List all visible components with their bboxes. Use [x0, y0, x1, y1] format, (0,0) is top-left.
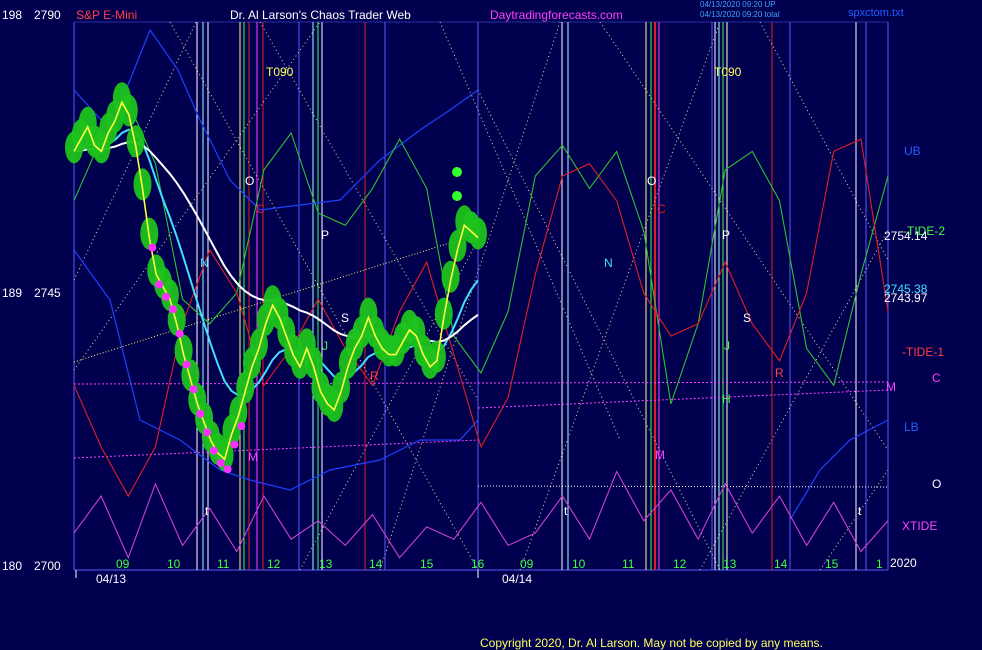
tide-lines [73, 101, 889, 560]
series-line-xtide [73, 470, 889, 560]
left-axis-top-label: 198 [2, 8, 23, 22]
stamp-line-2: 04/13/2020 09:20 total [700, 10, 780, 19]
annotation-m: M [248, 450, 258, 464]
annotation-c: C [657, 202, 666, 216]
left-axis-bottom-price: 2700 [34, 559, 61, 573]
date-label-right: 04/14 [502, 572, 533, 586]
hour-label: 12 [673, 557, 687, 571]
price-band [65, 82, 487, 472]
year-label: 2020 [890, 556, 917, 570]
magenta-dot [203, 428, 212, 437]
file-label: spxctom.txt [848, 7, 904, 19]
magenta-dot [175, 329, 184, 338]
hour-label: 14 [774, 557, 788, 571]
left-axis-mid-price: 2745 [34, 286, 61, 300]
hour-label: 09 [116, 557, 130, 571]
annotation-j: J [322, 339, 328, 353]
price-label-3: 2743.97 [884, 291, 928, 305]
hour-label: 11 [622, 557, 635, 571]
annotation-t: t [564, 504, 568, 518]
chart-window: 198 2790 S&P E-Mini Dr. Al Larson's Chao… [0, 0, 982, 650]
annotation-t: t [858, 504, 862, 518]
price-top-label: 2790 [34, 8, 61, 22]
annotation-o: O [245, 174, 255, 188]
annotation-n: N [604, 256, 613, 270]
annotation-r: R [370, 369, 379, 383]
price-band-blob [119, 94, 138, 127]
m-label: M [886, 380, 896, 394]
annotation-o: O [647, 174, 657, 188]
c-label: C [932, 371, 941, 385]
price-band-blob [126, 125, 145, 158]
forecast-dot-2 [452, 191, 462, 201]
hour-label: 11 [217, 557, 230, 571]
t090-label: T090 [714, 65, 742, 79]
price-label-1: 2754.14 [884, 229, 928, 243]
chart-title: Dr. Al Larson's Chaos Trader Web [230, 8, 411, 22]
annotation-s: S [743, 311, 752, 325]
stamp-line-1: 04/13/2020 09:20 UP [700, 0, 776, 9]
tide1-label: -TIDE-1 [902, 345, 944, 359]
annotation-n: N [200, 256, 209, 270]
magenta-dot [237, 422, 246, 431]
ub-label: UB [904, 144, 921, 158]
price-band-blob [469, 217, 487, 250]
series-line-tide-1 [73, 138, 889, 498]
price-band-blob [441, 260, 460, 293]
magenta-dot [196, 409, 205, 418]
magenta-dot [168, 305, 177, 314]
axis-ticks [75, 570, 479, 578]
magenta-dot [148, 243, 157, 252]
hour-label: 10 [572, 557, 586, 571]
hour-label: 09 [520, 557, 534, 571]
date-label-left: 04/13 [96, 572, 127, 586]
annotation-p: P [722, 228, 731, 242]
annotation-t: t [205, 504, 209, 518]
annotation-p: P [321, 228, 330, 242]
hour-label: 13 [319, 557, 333, 571]
annotation-j: J [724, 339, 730, 353]
site-label: Daytradingforecasts.com [490, 8, 623, 22]
xtide-label: XTIDE [902, 519, 938, 533]
forecast-dot-1 [452, 167, 462, 177]
magenta-dot [162, 292, 170, 301]
hour-label: 1 [876, 557, 883, 571]
chart-svg [65, 21, 889, 578]
hour-label: 15 [420, 557, 434, 571]
left-axis-bottom-num: 180 [2, 559, 23, 573]
series-line-tide-2 [73, 101, 889, 404]
magenta-dot [182, 360, 191, 369]
left-axis-mid-num: 189 [2, 286, 23, 300]
reference-lines [73, 233, 889, 488]
instrument-label: S&P E-Mini [76, 8, 138, 22]
magenta-dot [230, 440, 239, 449]
time-marker-lines [196, 22, 867, 570]
o-label: O [932, 477, 942, 491]
annotation-h: H [722, 392, 731, 406]
magenta-dot [223, 465, 232, 474]
t090-label: T090 [266, 65, 294, 79]
annotation-s: S [341, 311, 350, 325]
magenta-dot [189, 385, 198, 394]
copyright: Copyright 2020, Dr. Al Larson. May not b… [480, 636, 823, 650]
annotation-r: R [775, 366, 784, 380]
hour-label: 12 [267, 557, 281, 571]
hour-label: 13 [723, 557, 737, 571]
hour-label: 14 [369, 557, 383, 571]
hour-label: 10 [167, 557, 181, 571]
magenta-dot [155, 280, 164, 289]
magenta-dot [216, 459, 225, 467]
hour-label: 15 [825, 557, 839, 571]
lb-label: LB [904, 420, 919, 434]
annotation-m: M [655, 448, 665, 462]
annotation-c: C [256, 202, 265, 216]
hour-label: 16 [471, 557, 485, 571]
magenta-dot [209, 446, 218, 455]
